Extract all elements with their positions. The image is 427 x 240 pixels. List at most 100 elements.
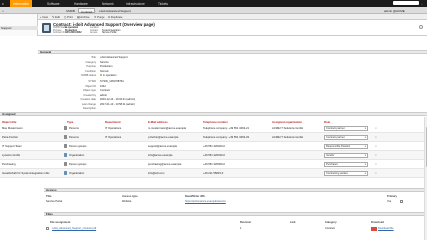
tab-software[interactable]: Software	[47, 2, 60, 6]
sidebar: Support	[0, 14, 38, 36]
object-header: Contract: i-doit Advanced Support (Overv…	[38, 20, 427, 36]
role-select[interactable]: Contract partner ▾	[324, 125, 368, 131]
remove-icon[interactable]: ×	[375, 144, 377, 148]
contact-title[interactable]: synetics GmbH	[2, 154, 20, 157]
remove-icon[interactable]: ×	[375, 153, 377, 157]
contact-phone: Telephone company: +49 551 3263-33	[203, 135, 249, 139]
column-header[interactable]: Read/Write URL	[185, 195, 205, 198]
contact-title[interactable]: Purchasing	[2, 163, 15, 166]
field-label: Object type	[82, 89, 96, 92]
field-value: Service	[100, 60, 109, 64]
role-select[interactable]: Responsible Position ▾	[324, 143, 368, 149]
file-checkbox[interactable]	[46, 227, 49, 230]
remove-icon[interactable]: ×	[375, 162, 377, 166]
logo[interactable]: ≡	[2, 2, 4, 6]
column-header[interactable]: File assignment	[50, 221, 70, 224]
field-label: Category	[85, 60, 96, 64]
print-button-label: Print	[67, 15, 73, 20]
tab-infrastructure[interactable]: Infrastructure	[126, 2, 145, 6]
remove-icon[interactable]: ×	[375, 171, 377, 175]
download-link[interactable]: Download file	[378, 227, 394, 230]
contact-email[interactable]: m.mustermann@acme.example	[148, 127, 186, 130]
contact-title[interactable]: IT Support Team	[2, 145, 22, 148]
field-label: CMDB status	[80, 74, 96, 77]
access-checkbox[interactable]	[400, 200, 403, 203]
contact-email[interactable]: purchasing@acme.example	[148, 163, 181, 166]
table-row[interactable]: Petra Fischer Persons IT Operations p.fi…	[0, 133, 427, 142]
duplicate-button[interactable]: ⧉ Duplicate	[108, 15, 122, 19]
tab-network[interactable]: Network	[102, 2, 114, 6]
table-row[interactable]: Purchasing Person groups purchasing@acme…	[0, 160, 427, 169]
file-name-link[interactable]: i-doit_Advanced_Support_contract.pdf	[52, 227, 96, 230]
cmdb-status-value: in operation	[103, 74, 117, 77]
column-header[interactable]: Category	[325, 221, 337, 224]
table-row[interactable]: Gesellschaft für Systemintegration mbH O…	[0, 169, 427, 178]
contact-email[interactable]: info@sdi.com	[148, 172, 164, 175]
search-icon[interactable]: ⌕	[421, 2, 423, 6]
archive-button[interactable]: ▤ Archive	[77, 15, 90, 19]
org-icon	[64, 171, 67, 175]
column-header[interactable]: Download	[371, 221, 384, 224]
remove-icon[interactable]: ×	[375, 126, 377, 130]
person-icon	[64, 135, 67, 139]
breadcrumb-object[interactable]: i-doit Advanced Support	[99, 9, 131, 13]
tab-hardware[interactable]: Hardware	[74, 2, 88, 6]
chevron-down-icon: ▾	[364, 145, 366, 149]
edit-button[interactable]: ✎ Edit	[52, 15, 60, 19]
tab-information[interactable]: Information	[10, 0, 32, 7]
tab-tickets[interactable]: Tickets	[158, 2, 168, 6]
chevron-down-icon: ▾	[364, 172, 366, 176]
contact-phone: +49 551 326360-0	[203, 162, 225, 166]
edit-button-label: Edit	[55, 15, 60, 20]
contact-department: IT Operations	[105, 135, 122, 139]
file-revision: 1	[240, 227, 242, 230]
contact-org: ACME IT Solutions GmbH	[272, 126, 304, 130]
print-button[interactable]: ⎙ Print	[64, 15, 73, 19]
contact-title[interactable]: Gesellschaft für Systemintegration mbH	[2, 172, 49, 175]
column-header[interactable]: Title	[46, 195, 51, 198]
home-icon[interactable]: ⌂	[2, 9, 4, 13]
contact-title[interactable]: Petra Fischer	[2, 136, 18, 139]
column-header[interactable]: Primary	[387, 195, 397, 198]
breadcrumb-contract[interactable]: Contract	[78, 7, 96, 14]
chevron-down-icon: ▾	[364, 163, 366, 167]
access-section-bar	[44, 188, 427, 192]
column-header[interactable]: Link	[290, 221, 296, 224]
field-value: i-doit Advanced Support	[100, 56, 128, 59]
role-select-value: Vendor	[326, 154, 335, 158]
role-select[interactable]: Vendor ▾	[324, 152, 368, 158]
new-button[interactable]: + New	[40, 15, 48, 19]
purge-button[interactable]: ✕ Purge	[94, 15, 105, 19]
role-select[interactable]: Purchaser ▾	[324, 161, 368, 167]
field-label: Purpose	[86, 65, 96, 68]
meta-key: Contract ID	[53, 32, 65, 34]
table-row[interactable]: IT Support Team Person groups support@ac…	[0, 142, 427, 151]
field-value: Contract	[100, 89, 110, 92]
purge-button-label: Purge	[97, 15, 105, 20]
contact-title[interactable]: Max Mustermann	[2, 127, 23, 130]
sidebar-item-support[interactable]: Support	[0, 26, 38, 30]
duplicate-button-label: Duplicate	[110, 15, 123, 20]
column-header[interactable]: Access type	[122, 195, 138, 198]
contact-email[interactable]: support@acme.example	[148, 145, 177, 148]
person-icon	[64, 162, 67, 166]
person-icon	[64, 126, 67, 130]
role-select[interactable]: Contract partner ▾	[324, 134, 368, 140]
remove-icon[interactable]: ×	[375, 135, 377, 139]
contact-email[interactable]: info@acme.example	[148, 154, 173, 157]
role-select[interactable]: Contracting parties ▾	[324, 170, 368, 176]
access-url-link[interactable]: https://portal.acme.example/service	[185, 200, 226, 203]
meta-value: ADV-2016-0042	[65, 32, 82, 34]
user-label[interactable]: admin @ACME	[384, 9, 405, 13]
file-category: Contract	[325, 227, 335, 230]
role-select-value: Contract partner	[326, 136, 345, 140]
search-input[interactable]	[393, 1, 419, 6]
column-header[interactable]: Revision	[240, 221, 251, 224]
zoom-icon[interactable]	[419, 25, 423, 29]
field-value: 2016-12-14 - 10:32:21 (admin)	[100, 98, 136, 101]
contact-email[interactable]: p.fischer@acme.example	[148, 136, 178, 139]
field-value: Normal	[100, 69, 109, 73]
table-row[interactable]: synetics GmbH Organization info@acme.exa…	[0, 151, 427, 160]
meta-key: Access	[90, 32, 98, 34]
table-row[interactable]: Max Mustermann Persons IT Operations m.m…	[0, 124, 427, 133]
